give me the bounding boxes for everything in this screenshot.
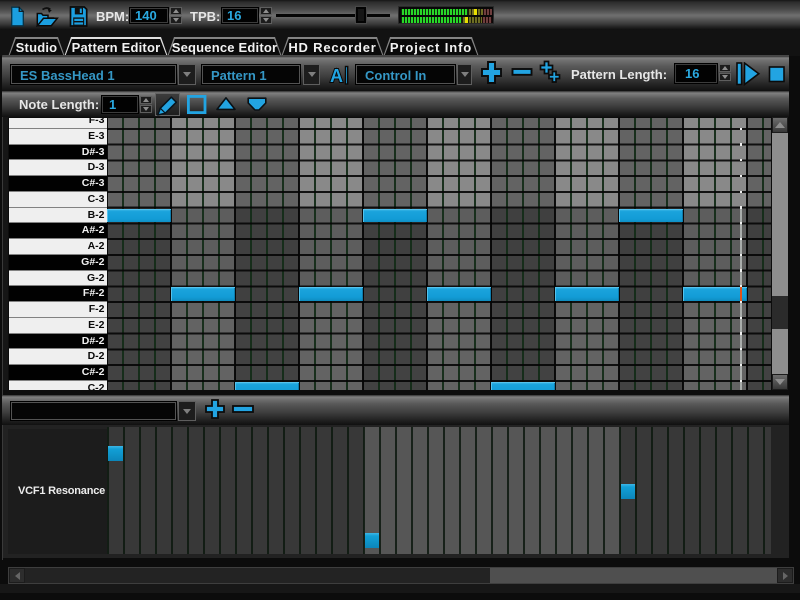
- svg-text:A: A: [330, 66, 343, 86]
